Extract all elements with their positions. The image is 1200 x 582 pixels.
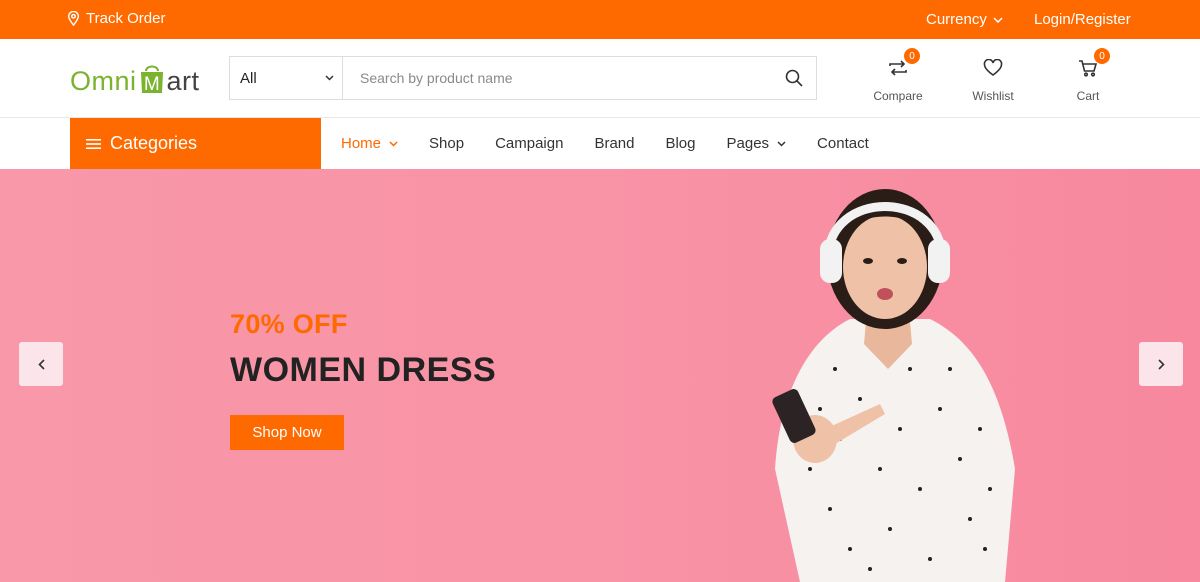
nav-item-label: Shop xyxy=(429,135,465,152)
slider-next-button[interactable] xyxy=(1139,342,1183,386)
nav-item-brand[interactable]: Brand xyxy=(594,135,634,152)
logo[interactable]: Omni M art xyxy=(70,57,200,97)
category-select-value: All xyxy=(240,69,257,87)
shopping-bag-logo-icon: M xyxy=(138,65,166,97)
hero-subtitle: 70% OFF xyxy=(230,309,348,339)
cart-button[interactable]: 0 Cart xyxy=(1053,48,1123,103)
currency-dropdown[interactable]: Currency xyxy=(926,11,1003,28)
main-nav: Categories Home Shop Campaign Brand Blog… xyxy=(0,118,1200,169)
nav-item-pages[interactable]: Pages xyxy=(727,135,787,152)
heart-icon xyxy=(981,56,1005,80)
nav-item-label: Home xyxy=(341,135,382,152)
nav-item-label: Brand xyxy=(594,135,635,152)
category-select[interactable]: All xyxy=(230,57,343,99)
nav-menu: Home Shop Campaign Brand Blog Pages Cont… xyxy=(341,118,900,169)
location-pin-icon xyxy=(67,11,80,26)
main-header: Omni M art All 0 Co xyxy=(0,39,1200,118)
categories-label: Categories xyxy=(110,133,198,153)
nav-item-label: Campaign xyxy=(495,135,564,152)
search-icon xyxy=(785,69,803,87)
wishlist-label: Wishlist xyxy=(972,89,1014,103)
cart-count-badge: 0 xyxy=(1094,48,1110,64)
chevron-right-icon xyxy=(1157,358,1165,370)
hero-model-image xyxy=(772,189,1015,582)
cart-label: Cart xyxy=(1076,89,1100,103)
top-bar: Track Order Currency Login/Register xyxy=(0,0,1200,39)
nav-item-label: Contact xyxy=(817,135,869,152)
chevron-down-icon xyxy=(389,140,398,147)
wishlist-button[interactable]: Wishlist xyxy=(958,56,1028,103)
nav-item-shop[interactable]: Shop xyxy=(429,135,464,152)
chevron-left-icon xyxy=(37,358,45,370)
slider-prev-button[interactable] xyxy=(19,342,63,386)
nav-item-campaign[interactable]: Campaign xyxy=(495,135,563,152)
hero-slider: 70% OFF WOMEN DRESS Shop Now xyxy=(0,169,1200,582)
search-input[interactable] xyxy=(343,57,772,99)
nav-item-blog[interactable]: Blog xyxy=(665,135,695,152)
search-bar: All xyxy=(229,56,817,100)
nav-item-home[interactable]: Home xyxy=(341,135,398,152)
menu-icon xyxy=(86,138,101,149)
chevron-down-icon xyxy=(777,140,786,147)
compare-count-badge: 0 xyxy=(904,48,920,64)
nav-item-label: Pages xyxy=(726,135,770,152)
compare-label: Compare xyxy=(873,89,923,103)
chevron-down-icon xyxy=(993,16,1003,23)
nav-item-label: Blog xyxy=(665,135,696,152)
logo-text-omni: Omni xyxy=(70,66,137,96)
nav-item-contact[interactable]: Contact xyxy=(817,135,869,152)
shop-now-button[interactable]: Shop Now xyxy=(230,415,344,450)
currency-label: Currency xyxy=(926,11,987,28)
hero-title: WOMEN DRESS xyxy=(230,351,497,389)
cart-icon: 0 xyxy=(1076,48,1110,80)
compare-icon: 0 xyxy=(886,48,920,80)
compare-button[interactable]: 0 Compare xyxy=(863,48,933,103)
search-button[interactable] xyxy=(772,57,816,99)
logo-m-letter: M xyxy=(143,74,159,95)
logo-text-mart: art xyxy=(166,66,200,96)
track-order-link[interactable]: Track Order xyxy=(67,10,165,27)
chevron-down-icon xyxy=(325,75,334,81)
categories-button[interactable]: Categories xyxy=(70,118,321,169)
track-order-label: Track Order xyxy=(86,10,166,27)
login-register-link[interactable]: Login/Register xyxy=(1034,11,1131,28)
